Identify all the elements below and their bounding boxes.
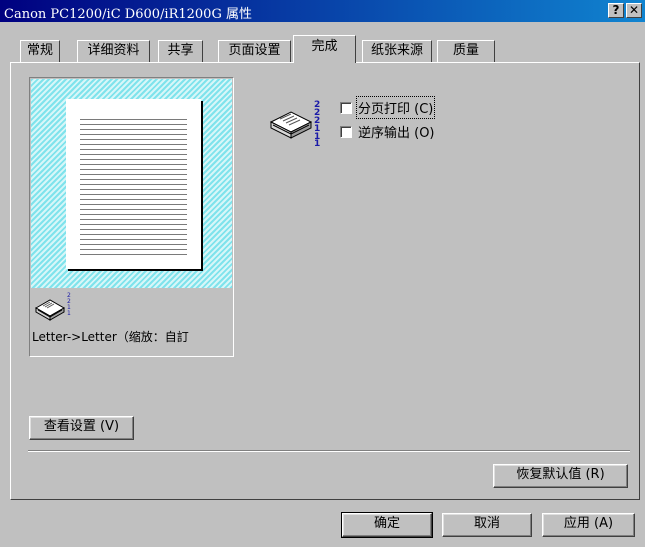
reverse-order-option[interactable]: 逆序输出 (O) — [340, 122, 435, 141]
view-settings-button[interactable]: 查看设置 (V) — [29, 416, 134, 440]
collate-checkbox[interactable] — [340, 101, 352, 114]
window-title: Canon PC1200/iC D600/iR1200G 属性 — [4, 7, 252, 22]
reverse-order-checkbox[interactable] — [340, 125, 352, 138]
title-bar[interactable]: Canon PC1200/iC D600/iR1200G 属性 ? ✕ — [0, 0, 645, 22]
preview-background — [31, 79, 232, 288]
preview-page — [66, 99, 201, 269]
printer-properties-dialog: Canon PC1200/iC D600/iR1200G 属性 ? ✕ 常规 详… — [0, 0, 645, 547]
tab-sharing[interactable]: 共享 — [158, 40, 203, 62]
tab-details[interactable]: 详细资料 — [77, 40, 150, 62]
cancel-button[interactable]: 取消 — [442, 513, 532, 537]
help-button[interactable]: ? — [608, 3, 624, 18]
collation-numbers-icon: 2211 — [67, 292, 71, 317]
close-button[interactable]: ✕ — [626, 3, 642, 18]
tab-finishing[interactable]: 完成 — [293, 35, 356, 63]
restore-defaults-button[interactable]: 恢复默认值 (R) — [493, 464, 628, 488]
svg-text:1: 1 — [314, 139, 320, 146]
collation-numbers-icon: 222 111 — [314, 100, 320, 146]
collate-option[interactable]: 分页打印 (C) — [340, 96, 436, 119]
preview-text-lines — [80, 115, 187, 255]
reverse-order-label[interactable]: 逆序输出 (O) — [358, 122, 435, 141]
apply-button[interactable]: 应用 (A) — [542, 513, 635, 537]
svg-text:1: 1 — [67, 310, 71, 317]
separator — [28, 450, 630, 452]
paper-stack-icon — [34, 299, 66, 321]
tab-general[interactable]: 常规 — [20, 40, 60, 62]
collate-label[interactable]: 分页打印 (C) — [355, 96, 436, 119]
ok-button[interactable]: 确定 — [341, 512, 433, 538]
print-preview: 2211 Letter->Letter（缩放：自訂 — [29, 77, 234, 357]
preview-caption: Letter->Letter（缩放：自訂 — [32, 330, 189, 344]
tab-page-setup[interactable]: 页面设置 — [218, 40, 291, 62]
tab-paper-source[interactable]: 纸张来源 — [362, 40, 432, 62]
tab-quality[interactable]: 质量 — [437, 40, 495, 62]
